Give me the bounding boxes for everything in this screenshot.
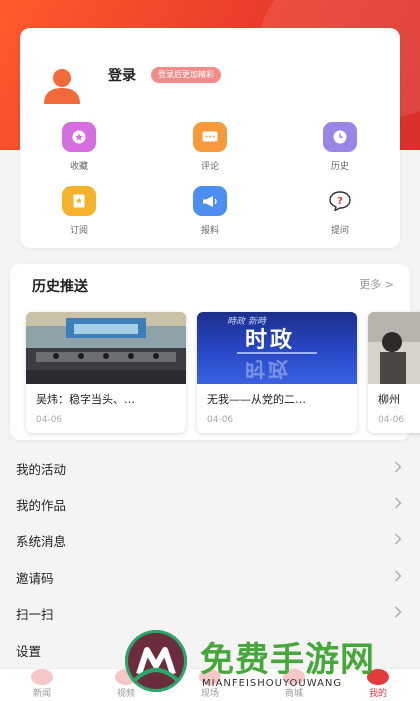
- report-button[interactable]: 报料: [180, 186, 240, 236]
- history-button[interactable]: 历史: [310, 122, 370, 172]
- menu-my-works[interactable]: 我的作品: [0, 485, 420, 521]
- favorites-label: 收藏: [69, 162, 88, 172]
- menu-scan[interactable]: 扫一扫: [0, 594, 420, 630]
- menu-system-messages[interactable]: 系统消息: [0, 521, 420, 557]
- menu-label: 设置: [16, 644, 42, 659]
- login-link[interactable]: 登录: [108, 65, 136, 85]
- report-label: 报料: [200, 226, 219, 236]
- comments-label: 评论: [200, 162, 219, 172]
- comment-icon: [193, 122, 227, 152]
- subscribe-button[interactable]: 订阅: [49, 186, 109, 236]
- chevron-right-icon: [395, 533, 402, 545]
- megaphone-icon: [193, 186, 227, 216]
- banner-main-text: 时政: [245, 328, 296, 353]
- avatar[interactable]: [42, 68, 82, 104]
- chevron-right-icon: [395, 606, 402, 618]
- news-tab-icon: [31, 669, 53, 685]
- history-push-section: 历史推送 更多 > 吴炜：稳字当头、… 04-06 時政 新時 时政 时政 无我…: [10, 264, 420, 440]
- menu-my-activities[interactable]: 我的活动: [0, 449, 420, 485]
- clock-icon: [323, 122, 357, 152]
- chevron-right-icon: [395, 497, 402, 509]
- news-title: 无我——从党的二…: [207, 393, 306, 406]
- question-icon: ?: [323, 186, 357, 216]
- news-card[interactable]: 吴炜：稳字当头、… 04-06: [26, 312, 186, 433]
- menu-label: 我的作品: [16, 498, 67, 513]
- news-date: 04-06: [36, 415, 63, 425]
- news-title: 吴炜：稳字当头、…: [36, 393, 135, 406]
- bookmark-icon: [62, 186, 96, 216]
- star-icon: [62, 122, 96, 152]
- chevron-right-icon: [395, 570, 402, 582]
- login-tag: 登录后更加精彩: [151, 67, 221, 83]
- subscribe-label: 订阅: [69, 226, 88, 236]
- tab-label: 新闻: [32, 689, 51, 699]
- user-card: 登录 登录后更加精彩 收藏 评论 历史 订阅 报料 ? 提问: [20, 28, 400, 248]
- ask-button[interactable]: ? 提问: [310, 186, 370, 236]
- menu-label: 我的活动: [16, 462, 67, 477]
- news-card[interactable]: 時政 新時 时政 时政 无我——从党的二… 04-06: [197, 312, 357, 433]
- history-label: 历史: [330, 162, 349, 172]
- watermark-subtext: MIANFEISHOUYOUWANG: [202, 678, 343, 689]
- news-thumbnail: [26, 312, 186, 384]
- watermark-text: 免费手游网: [200, 640, 375, 680]
- chevron-right-icon: [395, 461, 402, 473]
- menu-label: 系统消息: [16, 534, 67, 549]
- more-link[interactable]: 更多 >: [359, 276, 394, 292]
- news-thumbnail: [368, 312, 420, 384]
- tab-news[interactable]: 新闻: [20, 669, 64, 699]
- menu-label: 邀请码: [16, 571, 54, 586]
- favorites-button[interactable]: 收藏: [49, 122, 109, 172]
- comments-button[interactable]: 评论: [180, 122, 240, 172]
- watermark-logo: [125, 630, 187, 692]
- section-title: 历史推送: [32, 279, 88, 295]
- news-date: 04-06: [207, 415, 234, 425]
- watermark: 免费手游网 MIANFEISHOUYOUWANG: [125, 630, 415, 700]
- menu-label: 扫一扫: [16, 607, 54, 622]
- news-card[interactable]: 柳州 04-06: [368, 312, 420, 433]
- news-date: 04-06: [378, 415, 405, 425]
- banner-reflection: 时政: [245, 357, 291, 381]
- svg-text:?: ?: [337, 196, 343, 207]
- news-thumbnail: 時政 新時 时政 时政: [197, 312, 357, 384]
- ask-label: 提问: [330, 226, 349, 236]
- menu-invite-code[interactable]: 邀请码: [0, 558, 420, 594]
- news-title: 柳州: [378, 393, 400, 406]
